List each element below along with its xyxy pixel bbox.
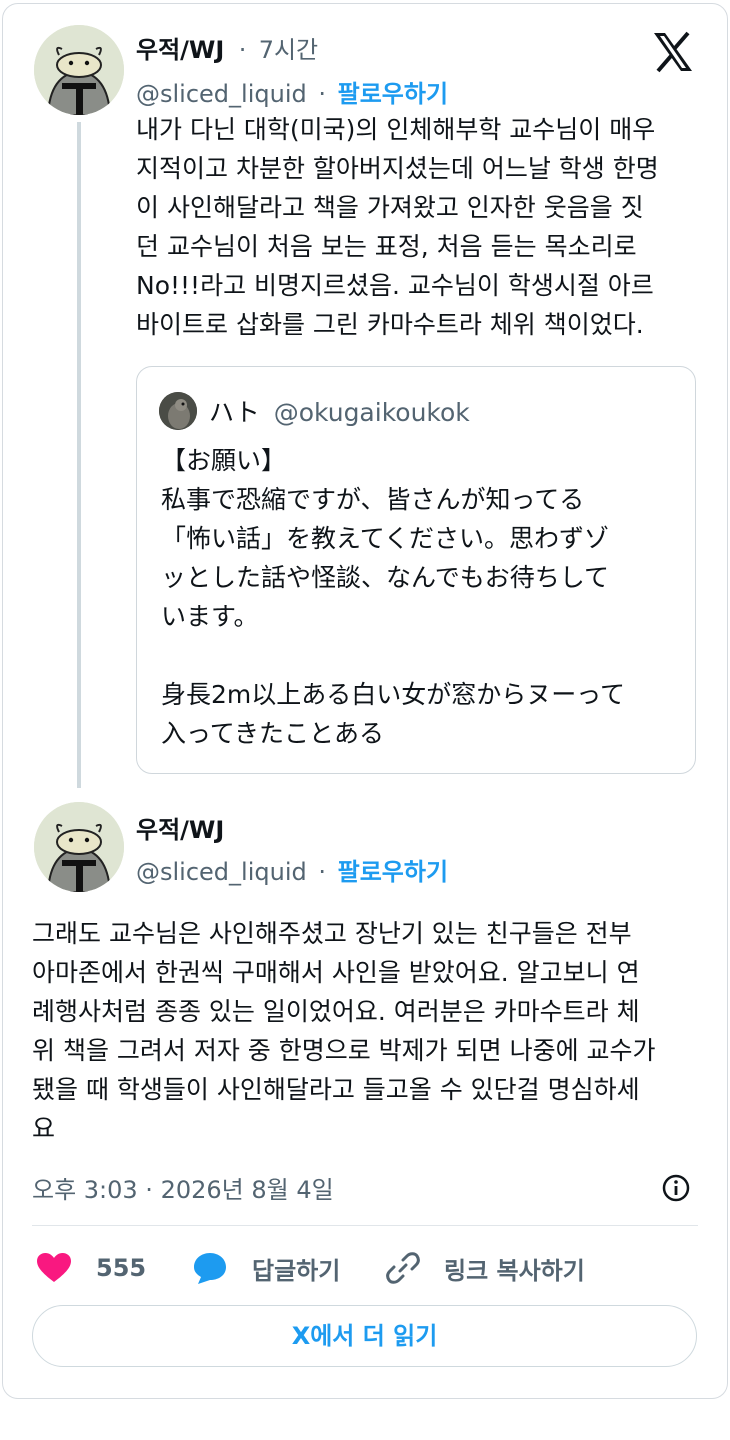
like-count: 555 — [96, 1254, 147, 1282]
tweet-text: 내가 다닌 대학(미국)의 인체해부학 교수님이 매우 지적이고 차분한 할아버… — [136, 115, 659, 339]
handle-line: @sliced_liquid · 팔로우하기 — [136, 74, 448, 109]
follow-button[interactable]: 팔로우하기 — [338, 80, 448, 108]
author-name[interactable]: 우적/WJ — [136, 810, 224, 845]
quote-author-handle: @okugaikoukok — [273, 398, 470, 427]
tweet-text: 그래도 교수님은 사인해주셨고 장난기 있는 친구들은 전부 아마존에서 한권씩… — [32, 919, 656, 1143]
link-icon — [386, 1252, 420, 1284]
author-line: 우적/WJ · 7시간 — [136, 30, 318, 65]
heart-icon — [37, 1253, 71, 1282]
avatar[interactable] — [34, 25, 124, 115]
separator: · — [238, 36, 247, 64]
avatar[interactable] — [34, 802, 124, 892]
separator: · — [318, 858, 326, 886]
separator: · — [318, 80, 326, 108]
reply-button[interactable]: 답글하기 — [192, 1248, 340, 1288]
reply-label: 답글하기 — [252, 1256, 341, 1285]
author-handle[interactable]: @sliced_liquid — [136, 80, 307, 108]
copy-link-button[interactable]: 링크 복사하기 — [386, 1248, 585, 1288]
handle-line: @sliced_liquid · 팔로우하기 — [136, 852, 448, 887]
like-button[interactable]: 555 — [36, 1248, 146, 1288]
quoted-tweet[interactable]: ハト @okugaikoukok 【お願い】 私事で恐縮ですが、皆さんが知ってる… — [136, 366, 696, 774]
divider — [32, 1225, 698, 1226]
author-handle[interactable]: @sliced_liquid — [136, 858, 307, 886]
follow-button[interactable]: 팔로우하기 — [338, 858, 448, 886]
post-time[interactable]: 7시간 — [259, 36, 318, 64]
info-icon[interactable] — [660, 1172, 692, 1204]
read-more-on-x-button[interactable]: X에서 더 읽기 — [32, 1305, 697, 1367]
quote-avatar — [159, 392, 197, 430]
quote-text: 【お願い】 私事で恐縮ですが、皆さんが知ってる 「怖い話」を教えてください。思わ… — [161, 446, 626, 748]
quote-author-name: ハト — [209, 398, 260, 427]
quote-author-line: ハト @okugaikoukok — [209, 393, 470, 429]
copy-link-label: 링크 복사하기 — [444, 1256, 585, 1285]
reply-bubble-icon — [194, 1253, 226, 1284]
x-logo-icon[interactable] — [651, 30, 695, 74]
author-name[interactable]: 우적/WJ — [136, 36, 224, 64]
thread-connector-line — [77, 122, 81, 788]
timestamp[interactable]: 오후 3:03 · 2026년 8월 4일 — [32, 1170, 334, 1205]
